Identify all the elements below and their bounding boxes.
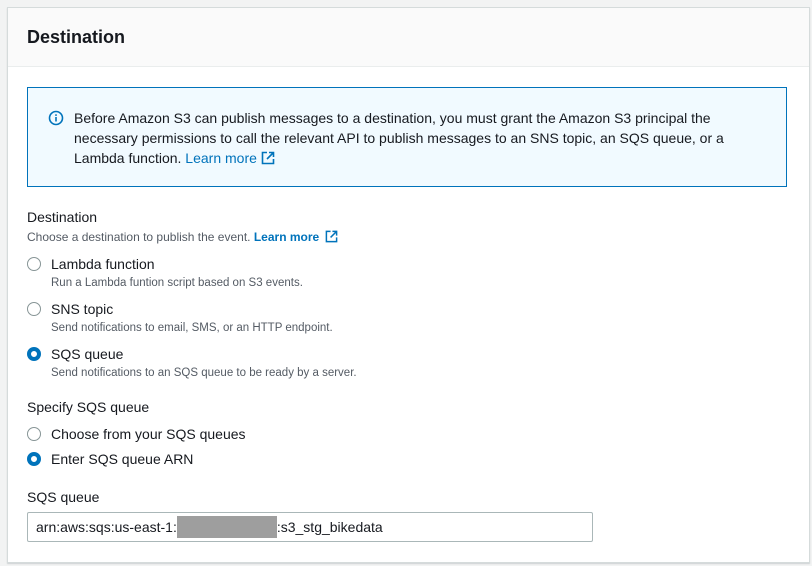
radio-description: Send notifications to an SQS queue to be… — [51, 367, 357, 379]
radio-button[interactable] — [27, 302, 41, 316]
sqs-queue-arn-input[interactable]: arn:aws:sqs:us-east-1: :s3_stg_bikedata — [27, 512, 593, 542]
radio-button-selected[interactable] — [27, 452, 41, 466]
sqs-queue-label: SQS queue — [27, 489, 100, 505]
panel-header: Destination — [8, 8, 809, 67]
radio-description: Run a Lambda funtion script based on S3 … — [51, 277, 303, 289]
radio-label: SQS queue — [51, 346, 124, 362]
destination-description-text: Choose a destination to publish the even… — [27, 230, 251, 244]
specify-sqs-label: Specify SQS queue — [27, 399, 150, 415]
radio-label: Choose from your SQS queues — [51, 426, 246, 442]
destination-learn-more-link[interactable]: Learn more — [254, 230, 319, 244]
radio-button[interactable] — [27, 257, 41, 271]
radio-sqs-queue[interactable]: SQS queue Send notifications to an SQS q… — [27, 344, 357, 381]
panel-title: Destination — [27, 27, 126, 47]
radio-label: SNS topic — [51, 301, 114, 317]
radio-label: Enter SQS queue ARN — [51, 451, 194, 467]
info-icon — [48, 110, 64, 126]
radio-choose-from-queues[interactable]: Choose from your SQS queues — [27, 424, 246, 444]
external-link-icon[interactable] — [261, 151, 275, 165]
radio-button-selected[interactable] — [27, 347, 41, 361]
redacted-account-id — [176, 516, 277, 538]
radio-description: Send notifications to email, SMS, or an … — [51, 322, 333, 334]
radio-sns-topic[interactable]: SNS topic Send notifications to email, S… — [27, 299, 333, 336]
arn-suffix: :s3_stg_bikedata — [276, 519, 383, 535]
radio-enter-queue-arn[interactable]: Enter SQS queue ARN — [27, 449, 193, 469]
destination-label: Destination — [27, 209, 98, 225]
radio-label: Lambda function — [51, 256, 155, 272]
destination-description: Choose a destination to publish the even… — [27, 230, 338, 244]
external-link-icon[interactable] — [325, 230, 338, 243]
radio-button[interactable] — [27, 427, 41, 441]
destination-panel: Destination Before Amazon S3 can publish… — [7, 7, 810, 563]
arn-prefix: arn:aws:sqs:us-east-1: — [36, 519, 177, 535]
radio-lambda-function[interactable]: Lambda function Run a Lambda funtion scr… — [27, 254, 303, 291]
info-text: Before Amazon S3 can publish messages to… — [74, 110, 724, 166]
info-learn-more-link[interactable]: Learn more — [185, 150, 257, 166]
info-alert: Before Amazon S3 can publish messages to… — [27, 87, 787, 187]
